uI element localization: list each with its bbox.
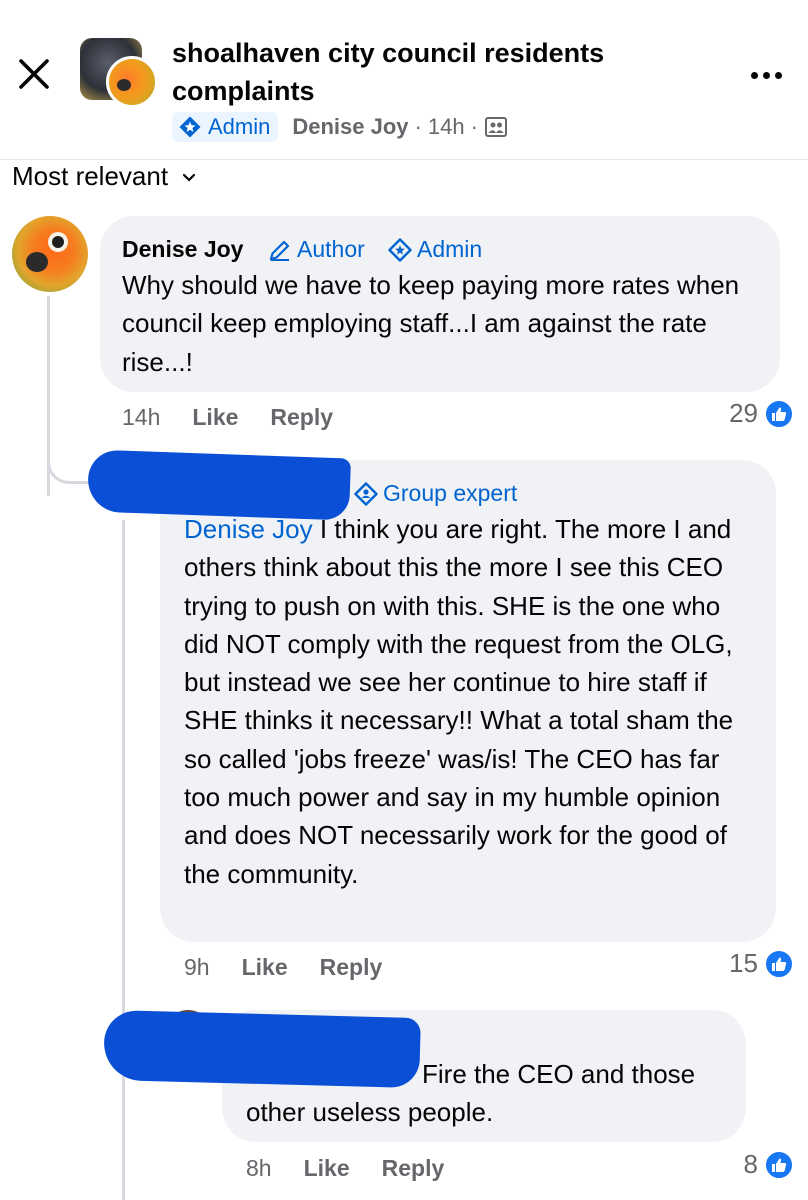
author-badge-label: Author: [297, 236, 365, 262]
reply-button[interactable]: Reply: [382, 1155, 445, 1182]
admin-badge: Admin: [172, 112, 279, 142]
author-badge: Author: [268, 236, 365, 263]
post-time[interactable]: 14h: [428, 114, 465, 140]
like-reaction-icon: [764, 398, 794, 429]
comment-time[interactable]: 8h: [246, 1155, 272, 1182]
chevron-down-icon: [182, 173, 196, 182]
comment-time[interactable]: 14h: [122, 404, 160, 431]
reaction-count-value: 15: [729, 948, 758, 978]
comment-text: Denise Joy I think you are right. The mo…: [184, 510, 758, 893]
pencil-icon: [269, 240, 290, 261]
admin-badge-label: Admin: [417, 236, 483, 262]
more-options-button[interactable]: [744, 58, 788, 92]
like-button[interactable]: Like: [192, 404, 238, 431]
thread-line: [122, 520, 125, 1200]
comment-text: Why should we have to keep paying more r…: [122, 270, 740, 377]
more-icon: [750, 71, 758, 79]
separator: ·: [470, 114, 478, 139]
comment-actions: 8h Like Reply: [246, 1153, 444, 1183]
group-expert-label: Group expert: [383, 480, 518, 506]
comment-body: I think you are right. The more I and ot…: [184, 514, 734, 889]
admin-label: Admin: [208, 114, 271, 139]
like-button[interactable]: Like: [304, 1155, 350, 1182]
like-reaction-icon: [764, 948, 794, 979]
admin-icon: [388, 237, 412, 262]
sort-dropdown[interactable]: Most relevant: [12, 158, 196, 194]
redacted-name: [103, 1009, 421, 1089]
comment-text: Fire the CEO and those: [422, 1059, 696, 1089]
avatar[interactable]: [12, 216, 88, 292]
post-author[interactable]: Denise Joy: [292, 114, 408, 140]
reply-button[interactable]: Reply: [320, 954, 383, 981]
group-title[interactable]: shoalhaven city council residents compla…: [172, 34, 692, 110]
mention-link[interactable]: Denise Joy: [184, 514, 313, 544]
group-avatar[interactable]: [80, 38, 158, 108]
post-meta: Admin Denise Joy · 14h ·: [172, 112, 508, 142]
comment-actions: 9h Like Reply: [184, 952, 382, 982]
sort-label: Most relevant: [12, 160, 169, 191]
reaction-count[interactable]: 29: [729, 398, 794, 429]
author-avatar-small: [106, 56, 158, 108]
admin-badge: Admin: [388, 236, 482, 263]
comment-author[interactable]: Denise Joy: [122, 236, 243, 263]
reply-button[interactable]: Reply: [270, 404, 333, 431]
group-expert-icon: [354, 481, 378, 506]
reaction-count[interactable]: 8: [744, 1149, 794, 1180]
like-button[interactable]: Like: [242, 954, 288, 981]
comment-actions: 14h Like Reply: [122, 402, 333, 432]
audience-icon: [484, 117, 507, 137]
separator: ·: [414, 114, 422, 139]
comment-time[interactable]: 9h: [184, 954, 210, 981]
post-header: shoalhaven city council residents compla…: [0, 0, 808, 160]
comment-text: other useless people.: [246, 1097, 494, 1127]
like-reaction-icon: [764, 1149, 794, 1180]
close-button[interactable]: [12, 52, 56, 96]
group-expert-badge: Group expert: [354, 480, 517, 507]
admin-icon: [179, 116, 201, 138]
reaction-count-value: 8: [743, 1149, 758, 1179]
close-icon: [19, 59, 49, 89]
reaction-count[interactable]: 15: [729, 948, 794, 979]
reaction-count-value: 29: [729, 398, 758, 428]
